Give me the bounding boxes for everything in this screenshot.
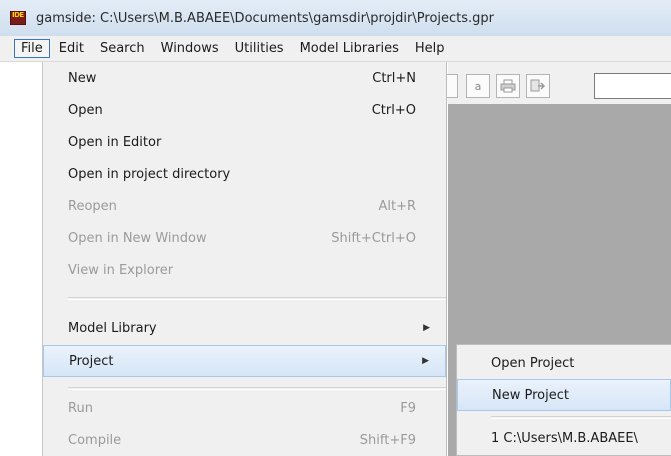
menu-item-compile[interactable]: Compile Shift+F9 — [43, 424, 446, 456]
menu-item-open-in-new-window[interactable]: Open in New Window Shift+Ctrl+O — [43, 222, 446, 254]
submenu-item-open-project[interactable]: Open Project — [457, 347, 671, 379]
export-icon — [530, 79, 546, 92]
title-bar: IDE gamside: C:\Users\M.B.ABAEE\Document… — [0, 0, 671, 37]
file-menu-dropdown: New Ctrl+N Open Ctrl+O Open in Editor Op… — [42, 62, 447, 456]
menu-item-label: Run — [68, 400, 93, 416]
font-icon: a — [474, 79, 482, 93]
toolbar: a — [444, 62, 671, 104]
export-button[interactable] — [526, 74, 550, 98]
window-title: gamside: C:\Users\M.B.ABAEE\Documents\ga… — [36, 10, 495, 26]
gamside-app-icon: IDE — [10, 11, 26, 25]
menu-windows[interactable]: Windows — [154, 39, 226, 58]
menu-separator — [68, 387, 446, 390]
menu-item-project[interactable]: Project ▶ — [43, 345, 446, 377]
menu-item-label: Model Library — [68, 320, 157, 336]
toolbar-input[interactable] — [594, 73, 671, 99]
menu-item-shortcut: Ctrl+O — [371, 102, 416, 118]
menu-item-shortcut: Alt+R — [378, 198, 416, 214]
menu-file[interactable]: File — [14, 39, 50, 58]
menu-item-label: New — [68, 70, 97, 86]
menu-item-shortcut: Shift+Ctrl+O — [331, 230, 416, 246]
menu-utilities[interactable]: Utilities — [228, 39, 291, 58]
font-button[interactable]: a — [466, 74, 490, 98]
menu-item-run[interactable]: Run F9 — [43, 392, 446, 424]
menu-item-model-library[interactable]: Model Library ▶ — [43, 312, 446, 344]
printer-icon — [500, 79, 516, 93]
menu-bar: File Edit Search Windows Utilities Model… — [0, 36, 671, 62]
menu-item-shortcut: Shift+F9 — [359, 432, 416, 448]
menu-item-label: Open in Editor — [68, 134, 162, 150]
menu-item-shortcut: Ctrl+N — [372, 70, 416, 86]
menu-help[interactable]: Help — [408, 39, 452, 58]
menu-item-new[interactable]: New Ctrl+N — [43, 62, 446, 94]
submenu-item-recent-project[interactable]: 1 C:\Users\M.B.ABAEE\ — [457, 422, 671, 454]
submenu-item-label: New Project — [492, 387, 569, 403]
menu-item-open[interactable]: Open Ctrl+O — [43, 94, 446, 126]
project-submenu: Open Project New Project 1 C:\Users\M.B.… — [456, 344, 671, 456]
menu-item-label: Reopen — [68, 198, 117, 214]
menu-item-label: Project — [69, 353, 114, 369]
menu-item-label: Compile — [68, 432, 122, 448]
menu-item-label: Open — [68, 102, 103, 118]
menu-search[interactable]: Search — [93, 39, 152, 58]
menu-item-label: Open in project directory — [68, 166, 231, 182]
menu-item-open-in-editor[interactable]: Open in Editor — [43, 126, 446, 158]
submenu-arrow-icon: ▶ — [423, 323, 430, 333]
menu-item-label: Open in New Window — [68, 230, 207, 246]
menu-item-shortcut: F9 — [400, 400, 416, 416]
submenu-arrow-icon: ▶ — [422, 356, 429, 366]
menu-item-label: View in Explorer — [68, 262, 174, 278]
submenu-item-label: 1 C:\Users\M.B.ABAEE\ — [491, 430, 638, 446]
menu-item-reopen[interactable]: Reopen Alt+R — [43, 190, 446, 222]
menu-edit[interactable]: Edit — [52, 39, 91, 58]
menu-separator — [68, 297, 446, 300]
print-button[interactable] — [496, 74, 520, 98]
menu-item-view-in-explorer[interactable]: View in Explorer — [43, 254, 446, 286]
submenu-separator — [491, 416, 671, 419]
menu-model-libraries[interactable]: Model Libraries — [293, 39, 406, 58]
submenu-item-label: Open Project — [491, 355, 575, 371]
submenu-item-new-project[interactable]: New Project — [457, 379, 671, 411]
menu-item-open-in-project-directory[interactable]: Open in project directory — [43, 158, 446, 190]
